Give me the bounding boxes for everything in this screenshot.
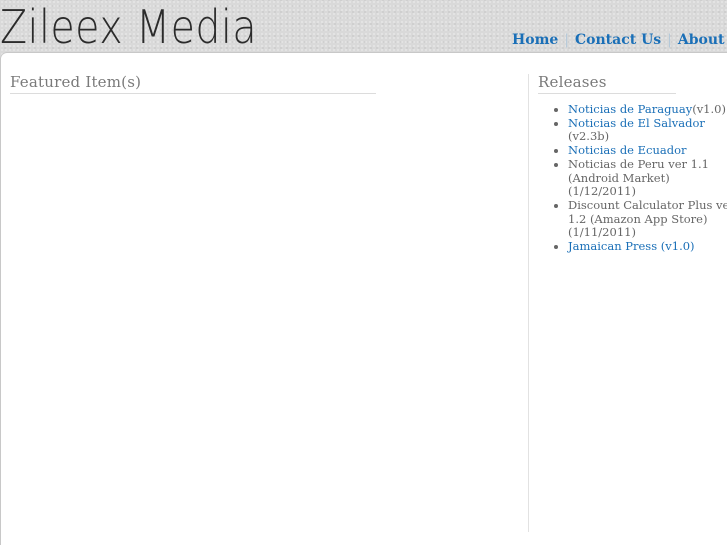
release-link[interactable]: Noticias de Ecuador [568,143,687,157]
list-item: Noticias de Ecuador [568,143,727,158]
releases-heading: Releases [538,73,676,94]
main-nav: Home | Contact Us | About Us [512,30,727,52]
release-link[interactable]: Jamaican Press (v1.0) [568,239,695,253]
list-item: Noticias de El Salvador (v2.3b) [568,116,727,144]
list-item: Jamaican Press (v1.0) [568,239,727,254]
release-link[interactable]: Noticias de El Salvador [568,116,705,130]
featured-heading: Featured Item(s) [10,73,376,94]
release-version: (v2.3b) [568,129,610,144]
content-panel: Featured Item(s) Releases Noticias de Pa… [1,53,727,545]
site-header: Zileex Media Home | Contact Us | About Us [0,0,727,54]
nav-separator: | [564,32,570,48]
release-text: Noticias de Peru ver 1.1 (Android Market… [568,156,709,199]
list-item: Discount Calculator Plus ver 1.2 (Amazon… [568,197,727,240]
list-item: Noticias de Peru ver 1.1 (Android Market… [568,156,727,199]
nav-home-link[interactable]: Home [512,32,558,48]
column-divider [528,74,529,532]
release-version: (v1.0) [692,102,726,116]
list-item: Noticias de Paraguay(v1.0) [568,102,727,117]
nav-about-link[interactable]: About Us [678,32,727,48]
site-logo[interactable]: Zileex Media [0,2,257,52]
release-text: Discount Calculator Plus ver 1.2 (Amazon… [568,197,727,240]
release-link[interactable]: Noticias de Paraguay [568,102,692,116]
releases-list: Noticias de Paraguay(v1.0) Noticias de E… [549,102,727,254]
nav-separator: | [667,32,672,48]
nav-contact-link[interactable]: Contact Us [575,32,661,48]
